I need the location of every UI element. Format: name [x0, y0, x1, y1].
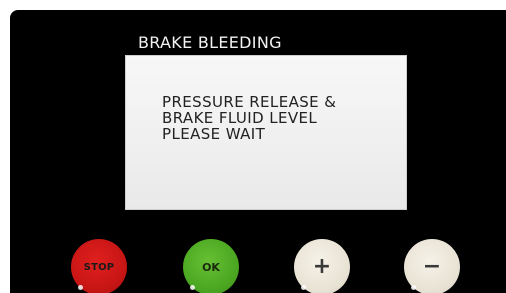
button-highlight	[78, 285, 83, 290]
button-highlight	[190, 285, 195, 290]
screen-title: BRAKE BLEEDING	[138, 33, 282, 52]
plus-button[interactable]: +	[294, 239, 350, 293]
stop-button[interactable]: STOP	[71, 239, 127, 293]
control-panel: BRAKE BLEEDING PRESSURE RELEASE & BRAKE …	[10, 10, 506, 293]
button-highlight	[411, 285, 416, 290]
lcd-display: PRESSURE RELEASE & BRAKE FLUID LEVEL PLE…	[125, 55, 407, 210]
minus-icon: −	[422, 254, 442, 279]
button-highlight	[301, 285, 306, 290]
message-line: BRAKE FLUID LEVEL	[162, 109, 318, 127]
plus-icon: +	[312, 254, 332, 279]
status-message: PRESSURE RELEASE & BRAKE FLUID LEVEL PLE…	[162, 94, 336, 142]
message-line: PLEASE WAIT	[162, 125, 266, 143]
minus-button[interactable]: −	[404, 239, 460, 293]
ok-button-label: OK	[202, 260, 220, 274]
message-line: PRESSURE RELEASE &	[162, 93, 337, 111]
ok-button[interactable]: OK	[183, 239, 239, 293]
stop-button-label: STOP	[83, 261, 115, 273]
